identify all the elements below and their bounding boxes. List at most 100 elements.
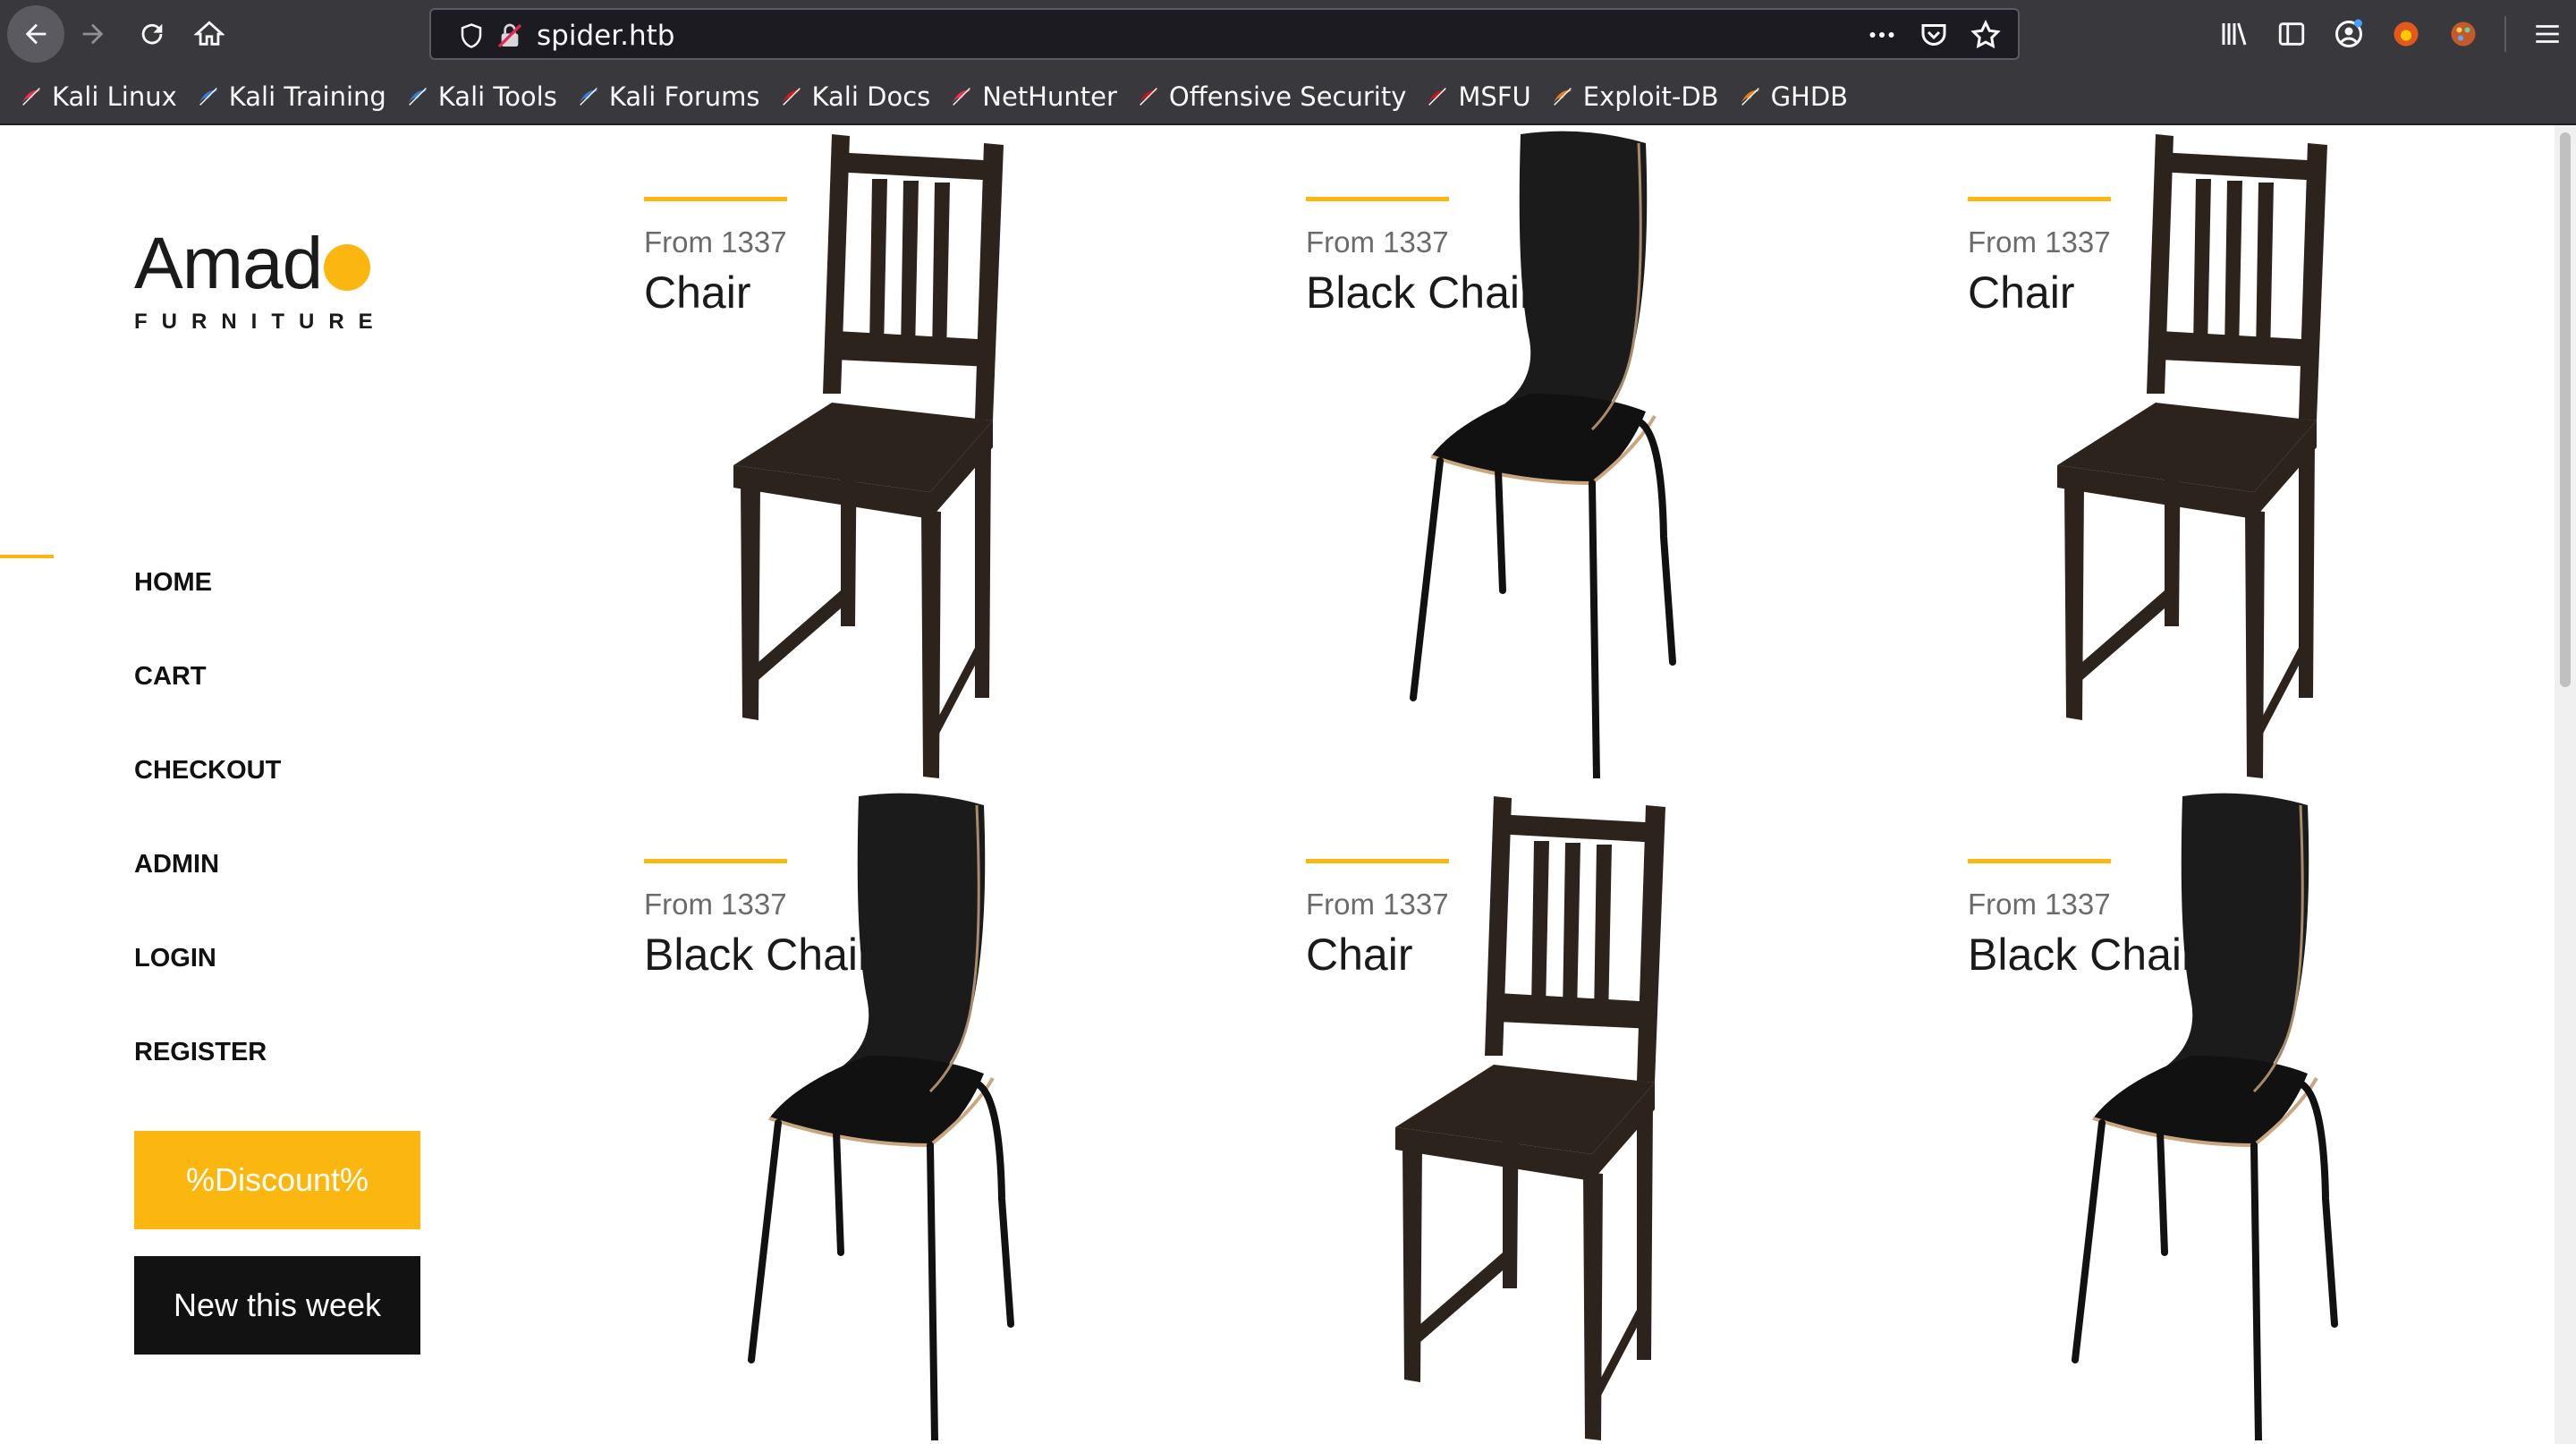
- active-menu-indicator: [0, 555, 54, 558]
- product-name[interactable]: Chair: [1306, 929, 1412, 981]
- insecure-lock-icon[interactable]: [496, 21, 524, 50]
- bookmark-label: GHDB: [1770, 81, 1849, 112]
- product-card[interactable]: From 1337 Chair: [644, 125, 1270, 787]
- arrow-right-icon: [82, 23, 104, 45]
- menu-home[interactable]: HOME: [134, 532, 281, 626]
- bookmark-label: Kali Docs: [811, 81, 931, 112]
- product-price: From 1337: [1968, 225, 2111, 259]
- more-actions-icon[interactable]: [1866, 19, 1898, 51]
- bookmark-kali-forums[interactable]: Kali Forums: [575, 81, 760, 112]
- browser-toolbar: spider.htb: [0, 0, 2576, 68]
- bookmark-label: NetHunter: [982, 81, 1117, 112]
- arrow-left-icon: [25, 23, 47, 45]
- product-accent-line: [1968, 859, 2111, 863]
- bookmark-kali-training[interactable]: Kali Training: [195, 81, 386, 112]
- menu-button[interactable]: [2519, 5, 2576, 63]
- bookmark-star-icon[interactable]: [1970, 19, 2002, 51]
- product-accent-line: [644, 197, 787, 201]
- bookmark-kali-linux[interactable]: Kali Linux: [18, 81, 177, 112]
- sidebar-icon: [2278, 22, 2305, 46]
- product-price: From 1337: [644, 888, 787, 921]
- wooden-chair-image[interactable]: [716, 125, 1055, 783]
- kali-forums-icon: [575, 83, 602, 110]
- bookmark-kali-tools[interactable]: Kali Tools: [404, 81, 557, 112]
- wooden-chair-image[interactable]: [2039, 125, 2379, 783]
- hamburger-menu-icon: [2536, 25, 2559, 43]
- exploitdb-icon: [1549, 83, 1576, 110]
- bookmark-exploit-db[interactable]: Exploit-DB: [1549, 81, 1719, 112]
- black-chair-image[interactable]: [1377, 125, 1717, 783]
- offsec-icon: [1135, 83, 1162, 110]
- account-icon: [2335, 19, 2362, 47]
- wooden-chair-image[interactable]: [1377, 787, 1717, 1444]
- extension-button-2[interactable]: [2435, 5, 2492, 63]
- menu-admin[interactable]: ADMIN: [134, 814, 281, 908]
- kali-tools-icon: [404, 83, 431, 110]
- product-price: From 1337: [644, 225, 787, 259]
- product-accent-line: [1306, 859, 1449, 863]
- logo-word: Amad: [134, 223, 323, 304]
- shield-icon[interactable]: [458, 22, 485, 49]
- forward-button[interactable]: [64, 5, 122, 63]
- black-chair-image[interactable]: [716, 787, 1055, 1444]
- product-card[interactable]: From 1337 Chair: [1306, 787, 1932, 1444]
- kali-icon: [18, 83, 45, 110]
- pocket-icon[interactable]: [1918, 19, 1950, 51]
- black-chair-image[interactable]: [2039, 787, 2379, 1444]
- menu-checkout[interactable]: CHECKOUT: [134, 720, 281, 814]
- product-name[interactable]: Chair: [1968, 267, 2074, 319]
- product-accent-line: [1968, 197, 2111, 201]
- bookmark-label: MSFU: [1458, 81, 1531, 112]
- msfu-icon: [1424, 83, 1451, 110]
- bookmark-msfu[interactable]: MSFU: [1424, 81, 1531, 112]
- bookmark-label: Kali Training: [228, 81, 386, 112]
- product-accent-line: [644, 859, 787, 863]
- bookmark-label: Exploit-DB: [1582, 81, 1719, 112]
- page-scrollbar[interactable]: [2555, 125, 2576, 1444]
- bookmark-label: Kali Forums: [608, 81, 760, 112]
- product-card[interactable]: From 1337 Chair: [1968, 125, 2576, 787]
- site-logo[interactable]: Amad FURNITURE: [134, 222, 387, 335]
- product-card[interactable]: From 1337 Black Chair: [1968, 787, 2576, 1444]
- new-this-week-button[interactable]: New this week: [134, 1256, 420, 1355]
- library-button[interactable]: [2206, 5, 2263, 63]
- reload-button[interactable]: [123, 5, 181, 63]
- back-button[interactable]: [7, 5, 64, 63]
- home-icon: [194, 21, 225, 46]
- extension-fox-icon: [2394, 21, 2419, 47]
- product-card[interactable]: From 1337 Black Chair: [1306, 125, 1932, 787]
- product-name[interactable]: Black Chair: [1968, 929, 2197, 981]
- logo-dot: [324, 244, 371, 291]
- product-name[interactable]: Black Chair: [644, 929, 873, 981]
- bookmark-offensive-security[interactable]: Offensive Security: [1135, 81, 1407, 112]
- toolbar-separator: [2504, 16, 2506, 52]
- sidebar-toggle-button[interactable]: [2263, 5, 2320, 63]
- bookmark-label: Offensive Security: [1168, 81, 1407, 112]
- main-menu: HOME CART CHECKOUT ADMIN LOGIN REGISTER: [134, 532, 281, 1096]
- site-sidebar: Amad FURNITURE HOME CART CHECKOUT ADMIN …: [0, 125, 572, 1444]
- extension-button-1[interactable]: [2377, 5, 2435, 63]
- product-price: From 1337: [1306, 225, 1449, 259]
- nethunter-icon: [948, 83, 975, 110]
- product-price: From 1337: [1306, 888, 1449, 921]
- bookmark-label: Kali Tools: [437, 81, 557, 112]
- library-icon: [2222, 22, 2247, 46]
- product-accent-line: [1306, 197, 1449, 201]
- menu-login[interactable]: LOGIN: [134, 908, 281, 1002]
- url-text[interactable]: spider.htb: [537, 20, 674, 52]
- home-button[interactable]: [181, 5, 238, 63]
- account-button[interactable]: [2320, 5, 2377, 63]
- discount-button[interactable]: %Discount%: [134, 1131, 420, 1229]
- kali-training-icon: [195, 83, 222, 110]
- url-bar[interactable]: spider.htb: [429, 8, 2020, 60]
- product-name[interactable]: Black Chair: [1306, 267, 1535, 319]
- menu-register[interactable]: REGISTER: [134, 1002, 281, 1096]
- product-name[interactable]: Chair: [644, 267, 750, 319]
- bookmarks-bar: Kali Linux Kali Training Kali Tools Kali Fo…: [0, 68, 2576, 125]
- bookmark-kali-docs[interactable]: Kali Docs: [778, 81, 931, 112]
- scrollbar-thumb[interactable]: [2560, 132, 2571, 687]
- bookmark-ghdb[interactable]: GHDB: [1737, 81, 1849, 112]
- bookmark-nethunter[interactable]: NetHunter: [948, 81, 1117, 112]
- menu-cart[interactable]: CART: [134, 626, 281, 720]
- product-card[interactable]: From 1337 Black Chair: [644, 787, 1270, 1444]
